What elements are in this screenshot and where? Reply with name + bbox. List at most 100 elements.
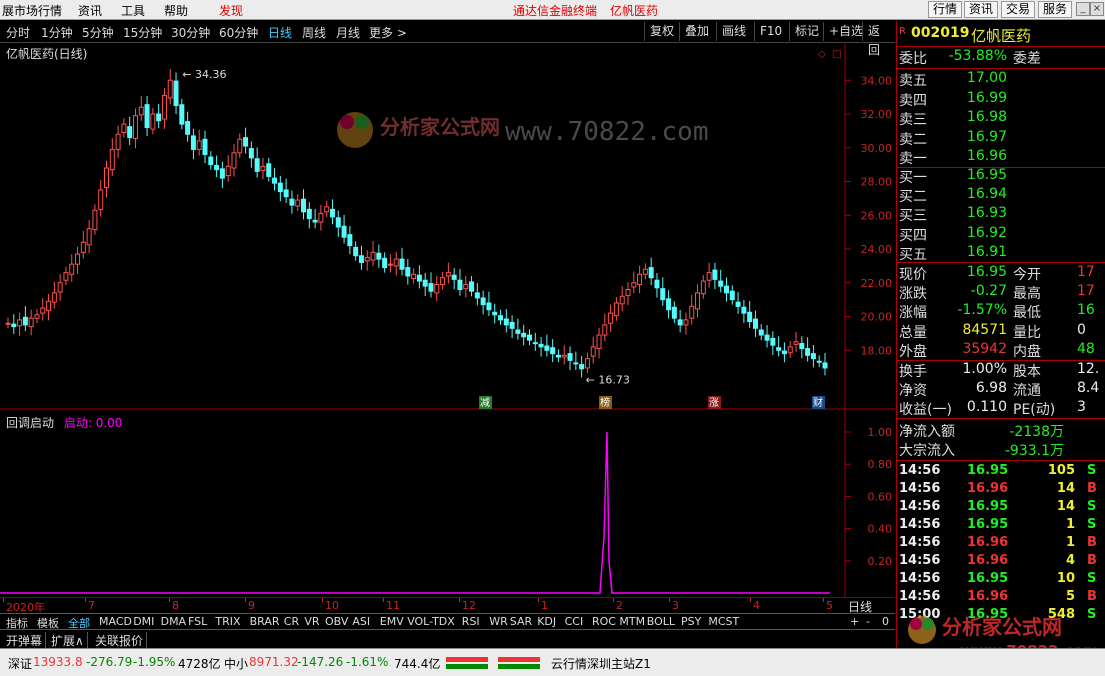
candle-body <box>584 358 590 369</box>
btn-back[interactable]: 返回 <box>862 22 895 57</box>
candle-body <box>405 267 411 277</box>
candle-body <box>382 257 388 269</box>
menu-help[interactable]: 帮助 <box>164 2 188 19</box>
panel-divider <box>897 68 1105 69</box>
square-icon[interactable]: □ <box>832 49 841 60</box>
tab-macd[interactable]: MACD <box>99 615 132 628</box>
sell-level-row[interactable]: 卖二 16.97 <box>899 129 1104 148</box>
period-toolbar: 分时 1分钟 5分钟 15分钟 30分钟 60分钟 日线 周线 月线 更多 > … <box>0 21 895 57</box>
sell-level-price: 17.00 <box>966 70 1007 86</box>
tab-kdj[interactable]: KDJ <box>537 615 556 628</box>
low-price-label: ← 16.73 <box>586 374 630 387</box>
buy-level-row[interactable]: 买五 16.91 <box>899 244 1104 263</box>
period-60min[interactable]: 60分钟 <box>219 24 258 41</box>
period-more[interactable]: 更多 > <box>369 24 407 41</box>
tab-brar[interactable]: BRAR <box>250 615 280 628</box>
tab-wr[interactable]: WR <box>489 615 508 628</box>
candle-body <box>608 312 614 324</box>
close-icon[interactable]: × <box>1090 2 1104 16</box>
date-tick <box>85 598 86 602</box>
minimize-icon[interactable]: _ <box>1076 2 1090 16</box>
indicator-name: 回调启动 <box>6 416 55 430</box>
candle-body <box>440 277 446 285</box>
top-btn-news[interactable]: 资讯 <box>964 1 999 18</box>
tab-mcst[interactable]: MCST <box>708 615 739 628</box>
candle-body <box>46 300 52 312</box>
menu-discover[interactable]: 发现 <box>219 2 243 19</box>
main-kline-chart[interactable]: 34.00 32.00 30.00 28.00 26.00 24.00 22.00 20.00… <box>0 44 895 410</box>
tab-boll[interactable]: BOLL <box>647 615 675 628</box>
date-tick-label: 8 <box>172 599 179 612</box>
candle-body <box>555 354 561 358</box>
period-5min[interactable]: 5分钟 <box>82 24 114 41</box>
menu-tools[interactable]: 工具 <box>121 2 145 19</box>
tab-danmaku[interactable]: 开弹幕 <box>6 632 47 649</box>
candle-body <box>463 283 469 290</box>
period-1min[interactable]: 1分钟 <box>41 24 73 41</box>
sell-level-row[interactable]: 卖四 16.99 <box>899 90 1104 109</box>
zoom-out-button[interactable]: - <box>866 615 870 628</box>
tab-related-quote[interactable]: 关联报价 <box>95 632 148 649</box>
tab-psy[interactable]: PSY <box>681 615 701 628</box>
tab-cr[interactable]: CR <box>284 615 299 628</box>
tab-sar[interactable]: SAR <box>510 615 532 628</box>
tab-vol-tdx[interactable]: VOL-TDX <box>407 615 455 628</box>
tab-expand[interactable]: 扩展∧ <box>51 632 88 649</box>
diamond-icon[interactable]: ◇ <box>818 49 826 60</box>
tab-obv[interactable]: OBV <box>325 615 348 628</box>
finance-value: 0.110 <box>966 399 1007 416</box>
tab-dma[interactable]: DMA <box>161 615 187 628</box>
period-timeshare[interactable]: 分时 <box>6 24 30 41</box>
top-btn-quote[interactable]: 行情 <box>928 1 963 18</box>
period-30min[interactable]: 30分钟 <box>171 24 210 41</box>
zx-index-label[interactable]: 中小 <box>224 655 248 672</box>
indicator-line <box>0 431 830 594</box>
tab-fsl[interactable]: FSL <box>188 615 207 628</box>
tab-rsi[interactable]: RSI <box>462 615 480 628</box>
indicator-chart[interactable]: 1.00 0.80 0.60 0.40 0.20 <box>0 410 895 598</box>
menu-news[interactable]: 资讯 <box>78 2 102 19</box>
candle-body <box>150 113 156 130</box>
zoom-in-button[interactable]: + <box>850 615 859 628</box>
candle-body <box>190 135 196 150</box>
tab-roc[interactable]: ROC <box>592 615 616 628</box>
btn-adjust[interactable]: 复权 <box>644 22 679 41</box>
reset-button[interactable]: 0 <box>882 615 889 628</box>
finance-label: 收益(一) <box>899 402 952 419</box>
btn-f10[interactable]: F10 <box>754 22 787 41</box>
btn-mark[interactable]: 标记 <box>789 22 824 41</box>
buy-level-row[interactable]: 买四 16.92 <box>899 225 1104 244</box>
candle-body <box>272 177 278 184</box>
top-btn-service[interactable]: 服务 <box>1038 1 1073 18</box>
finance-value: 1.00% <box>962 361 1007 377</box>
tab-cci[interactable]: CCI <box>565 615 584 628</box>
sz-index-label[interactable]: 深证 <box>8 655 32 672</box>
sell-level-row[interactable]: 卖三 16.98 <box>899 109 1104 128</box>
period-monthly[interactable]: 月线 <box>336 24 360 41</box>
tab-asi[interactable]: ASI <box>352 615 370 628</box>
btn-overlay[interactable]: 叠加 <box>679 22 714 41</box>
period-weekly[interactable]: 周线 <box>302 24 326 41</box>
sell-level-row[interactable]: 卖一 16.96 <box>899 148 1104 167</box>
date-tick <box>245 598 246 602</box>
sell-level-label: 卖四 <box>899 92 927 109</box>
candle-body <box>695 292 701 310</box>
menu-market[interactable]: 展市场行情 <box>2 2 62 19</box>
period-daily[interactable]: 日线 <box>268 24 292 41</box>
buy-level-row[interactable]: 买二 16.94 <box>899 186 1104 205</box>
tab-trix[interactable]: TRIX <box>215 615 240 628</box>
tab-dmi[interactable]: DMI <box>133 615 154 628</box>
server-label[interactable]: 云行情深圳主站Z1 <box>551 655 651 672</box>
quote-row: 现价 16.95 今开 17 <box>899 264 1104 283</box>
period-15min[interactable]: 15分钟 <box>123 24 162 41</box>
tab-mtm[interactable]: MTM <box>619 615 645 628</box>
top-btn-trade[interactable]: 交易 <box>1001 1 1036 18</box>
btn-draw[interactable]: 画线 <box>716 22 751 41</box>
tab-vr[interactable]: VR <box>304 615 319 628</box>
tab-emv[interactable]: EMV <box>380 615 404 628</box>
buy-level-row[interactable]: 买三 16.93 <box>899 205 1104 224</box>
tick-price: 16.96 <box>967 589 1009 604</box>
buy-level-row[interactable]: 买一 16.95 <box>899 167 1104 186</box>
quote-value: -0.27 <box>970 283 1007 300</box>
sell-level-row[interactable]: 卖五 17.00 <box>899 70 1104 89</box>
